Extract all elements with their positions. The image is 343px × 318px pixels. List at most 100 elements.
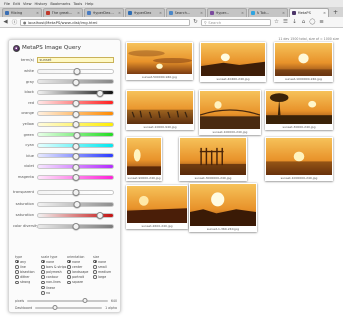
pixels-slider[interactable] (27, 298, 108, 304)
close-icon[interactable]: × (159, 11, 162, 15)
menu-item-tools[interactable]: Tools (73, 2, 82, 6)
radio-icon[interactable] (41, 290, 45, 295)
radio-icon[interactable] (93, 259, 97, 264)
star-icon[interactable]: ☆ (273, 19, 280, 26)
color-orange-slider-handle[interactable] (72, 110, 79, 118)
radio-icon[interactable] (41, 270, 45, 274)
attribute-3-slider-handle[interactable] (72, 223, 79, 231)
radio-icon[interactable] (93, 270, 97, 274)
sunset-photo[interactable] (275, 43, 332, 76)
reload-icon[interactable]: ↻ (192, 19, 199, 26)
result-thumbnail[interactable]: sunset-30000-240.jpg (265, 90, 333, 130)
bookmarks-icon[interactable]: ☰ (282, 19, 289, 26)
color-green-slider[interactable] (37, 131, 114, 139)
close-icon[interactable]: × (200, 11, 203, 15)
menu-item-history[interactable]: History (35, 2, 48, 6)
new-tab-icon[interactable]: + (330, 8, 341, 17)
menu-item-file[interactable]: File (4, 2, 10, 6)
radio-icon[interactable] (15, 280, 19, 285)
radio-icon[interactable] (93, 264, 97, 269)
color-magenta-slider-handle[interactable] (72, 174, 79, 182)
result-thumbnail[interactable]: sunset-2600-240.jpg (126, 185, 188, 229)
attribute-1-slider-handle[interactable] (73, 201, 81, 209)
radio-icon[interactable] (41, 259, 45, 264)
color-cyan-slider[interactable] (37, 142, 114, 150)
result-thumbnail[interactable]: sunset-40460-240.jpg (200, 42, 266, 82)
radio-icon[interactable] (67, 280, 71, 285)
sunset-photo[interactable] (190, 184, 256, 226)
color-red-slider-handle[interactable] (72, 100, 79, 108)
tab-5[interactable]: Hyper... × (207, 8, 247, 17)
menu-icon[interactable]: ≡ (318, 19, 325, 26)
color-cyan-slider-handle[interactable] (72, 142, 79, 150)
attribute-1-slider[interactable] (37, 201, 114, 209)
attribute-0-slider[interactable] (37, 189, 114, 197)
dashboard-slider-handle[interactable] (52, 305, 58, 311)
close-icon[interactable]: × (118, 11, 121, 15)
color-white-slider-handle[interactable] (73, 68, 81, 76)
attribute-3-slider[interactable] (37, 223, 114, 231)
sunset-photo[interactable] (127, 43, 192, 74)
menu-item-bookmarks[interactable]: Bookmarks (50, 2, 70, 6)
option-type-4[interactable]: strong (15, 280, 41, 285)
color-yellow-slider[interactable] (37, 121, 114, 129)
close-icon[interactable]: × (282, 11, 285, 15)
tab-2[interactable]: HyperDex... × (84, 8, 124, 17)
pocket-icon[interactable]: ◯ (309, 19, 316, 26)
pixels-slider-handle[interactable] (82, 298, 88, 304)
color-yellow-slider-handle[interactable] (72, 121, 79, 129)
tab-1[interactable]: The great... × (43, 8, 83, 17)
sunset-photo[interactable] (180, 138, 246, 175)
attribute-0-slider-handle[interactable] (72, 189, 79, 197)
option-scale-type-6[interactable]: no (41, 290, 67, 295)
color-green-slider-handle[interactable] (73, 131, 81, 139)
color-violet-slider-handle[interactable] (72, 163, 79, 171)
color-black-slider[interactable] (37, 89, 114, 97)
result-thumbnail[interactable]: sunset-10000-940.jpg (126, 90, 194, 130)
menu-item-help[interactable]: Help (85, 2, 93, 6)
info-icon[interactable]: ⓘ (11, 19, 18, 26)
tab-6[interactable]: A Tok... × (248, 8, 288, 17)
close-icon[interactable]: × (77, 11, 80, 15)
search-bar[interactable]: ⚲ Search (201, 18, 271, 26)
radio-icon[interactable] (67, 264, 71, 269)
sunset-photo[interactable] (266, 138, 332, 175)
sunset-photo[interactable] (200, 91, 260, 129)
sunset-photo[interactable] (127, 91, 193, 124)
tab-0[interactable]: Mixing × (2, 8, 42, 17)
radio-icon[interactable] (15, 270, 19, 274)
radio-icon[interactable] (41, 264, 45, 269)
result-thumbnail[interactable]: sunset-90000-240.jpg (126, 137, 162, 181)
home-icon[interactable]: ⌂ (300, 19, 307, 26)
radio-icon[interactable] (41, 280, 45, 285)
tab-4[interactable]: Search... × (166, 8, 206, 17)
terms-input[interactable]: sunset (37, 57, 114, 63)
radio-icon[interactable] (41, 275, 45, 279)
color-blue-slider[interactable] (37, 153, 114, 161)
result-thumbnail[interactable]: sunset-3000000-240.jpg (179, 137, 247, 181)
radio-icon[interactable] (15, 264, 19, 269)
close-icon[interactable]: × (241, 11, 244, 15)
color-gray-slider-handle[interactable] (72, 78, 79, 86)
result-thumbnail[interactable]: sunset-500000-940.jpg (126, 42, 193, 80)
attribute-2-slider-handle[interactable] (96, 212, 103, 220)
radio-icon[interactable] (41, 285, 45, 290)
result-thumbnail[interactable]: sunset-1000000-240.jpg (274, 42, 333, 82)
radio-icon[interactable] (67, 259, 71, 264)
sunset-photo[interactable] (127, 186, 187, 223)
option-size-3[interactable]: large (93, 275, 119, 280)
color-blue-slider-handle[interactable] (72, 153, 79, 161)
result-thumbnail[interactable]: sunset-100000-240.jpg (199, 90, 261, 135)
color-white-slider[interactable] (37, 68, 114, 76)
option-orientation-4[interactable]: square (67, 280, 93, 285)
close-icon[interactable]: × (323, 11, 326, 15)
result-thumbnail[interactable]: sunset-1000000-240.jpg (265, 137, 333, 181)
address-bar[interactable]: ● localhost/MetaPS/www-dist/img.html (20, 18, 190, 26)
sunset-photo[interactable] (127, 138, 161, 175)
color-red-slider[interactable] (37, 100, 114, 108)
tab-7[interactable]: MetaPS × (289, 8, 329, 17)
color-black-slider-handle[interactable] (96, 89, 103, 97)
color-violet-slider[interactable] (37, 163, 114, 171)
sunset-photo[interactable] (201, 43, 265, 76)
menu-item-edit[interactable]: Edit (13, 2, 20, 6)
